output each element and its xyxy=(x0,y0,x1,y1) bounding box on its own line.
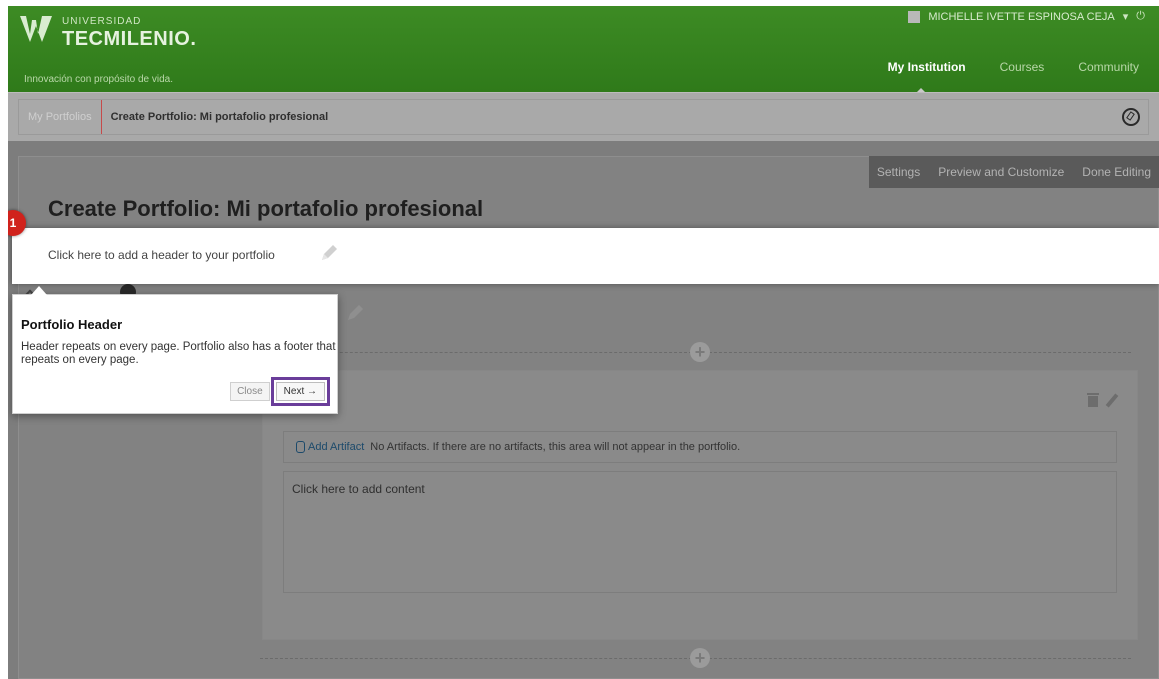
pencil-icon[interactable] xyxy=(344,302,366,324)
popover-actions: Close Next → xyxy=(230,377,331,406)
tab-courses[interactable]: Courses xyxy=(1000,60,1045,74)
popover-title: Portfolio Header xyxy=(21,317,123,332)
university-name: TECMILENIO. xyxy=(62,28,197,50)
content-placeholder: Click here to add content xyxy=(292,482,425,496)
breadcrumb-bar: My Portfolios Create Portfolio: Mi porta… xyxy=(8,92,1159,141)
add-section-icon-bottom[interactable]: + xyxy=(690,648,710,668)
edit-toolbar: Settings Preview and Customize Done Edit… xyxy=(868,156,1159,188)
pencil-icon[interactable] xyxy=(1105,393,1119,407)
user-name: MICHELLE IVETTE ESPINOSA CEJA xyxy=(928,10,1115,23)
tab-my-institution[interactable]: My Institution xyxy=(888,60,966,74)
popover-body: Header repeats on every page. Portfolio … xyxy=(21,341,336,366)
close-button[interactable]: Close xyxy=(230,382,270,401)
done-editing-button[interactable]: Done Editing xyxy=(1082,165,1151,179)
main-nav: My Institution Courses Community xyxy=(888,60,1139,74)
add-section-icon[interactable]: + xyxy=(690,342,710,362)
add-artifact-label: Add Artifact xyxy=(308,441,365,453)
add-artifact-link[interactable]: Add Artifact xyxy=(296,441,364,453)
tecmilenio-logo-mark xyxy=(20,16,52,42)
breadcrumb-current: Create Portfolio: Mi portafolio profesio… xyxy=(110,111,329,123)
artifact-row: Add Artifact No Artifacts. If there are … xyxy=(283,431,1117,463)
tab-community[interactable]: Community xyxy=(1078,60,1139,74)
chevron-down-icon[interactable]: ▾ xyxy=(1123,10,1129,23)
settings-button[interactable]: Settings xyxy=(877,165,920,179)
section-actions xyxy=(1087,393,1119,407)
no-artifacts-text: No Artifacts. If there are no artifacts,… xyxy=(370,441,741,453)
breadcrumb-my-portfolios[interactable]: My Portfolios xyxy=(19,100,102,134)
next-button[interactable]: Next → xyxy=(270,377,331,406)
help-icon[interactable] xyxy=(1122,108,1140,126)
content-editor[interactable]: Click here to add content xyxy=(283,471,1117,593)
power-icon[interactable]: ⏻ xyxy=(1136,10,1145,23)
paperclip-icon xyxy=(296,441,305,453)
preview-customize-button[interactable]: Preview and Customize xyxy=(938,165,1064,179)
breadcrumb: My Portfolios Create Portfolio: Mi porta… xyxy=(18,99,1149,135)
university-label: UNIVERSIDAD xyxy=(62,16,142,27)
guide-popover: Portfolio Header Header repeats on every… xyxy=(12,286,338,414)
page-title: Create Portfolio: Mi portafolio profesio… xyxy=(48,196,484,221)
portfolio-header-area[interactable]: Click here to add a header to your portf… xyxy=(12,228,1159,284)
trash-icon[interactable] xyxy=(1087,393,1099,407)
university-slogan: Innovación con propósito de vida. xyxy=(24,74,173,85)
app-frame: UNIVERSIDAD TECMILENIO. Innovación con p… xyxy=(8,6,1159,679)
tecmilenio-logo[interactable]: UNIVERSIDAD TECMILENIO. Innovación con p… xyxy=(18,12,238,86)
portfolio-section: n 1 Add Artifact No Artifacts. If there … xyxy=(262,370,1138,640)
header-placeholder: Click here to add a header to your portf… xyxy=(48,248,275,262)
pencil-icon[interactable] xyxy=(318,242,340,264)
user-avatar-icon xyxy=(908,10,921,23)
top-header-bar: UNIVERSIDAD TECMILENIO. Innovación con p… xyxy=(8,6,1159,92)
user-menu[interactable]: MICHELLE IVETTE ESPINOSA CEJA ▾ ⏻ xyxy=(908,10,1145,23)
